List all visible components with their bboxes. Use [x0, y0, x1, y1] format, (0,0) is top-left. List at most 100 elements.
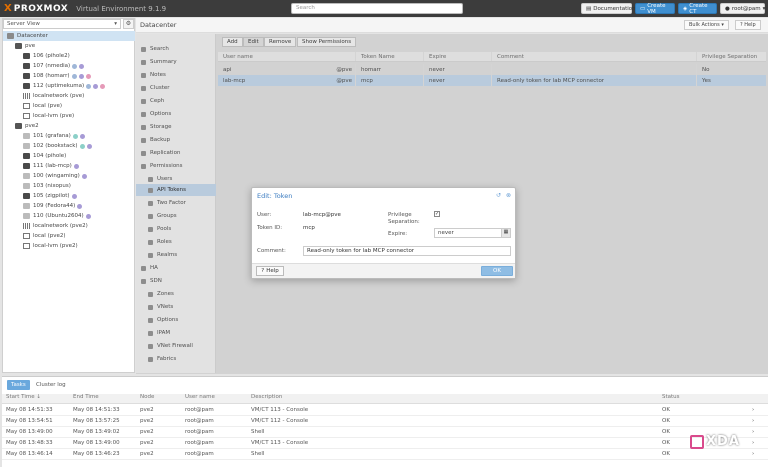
server-view-select[interactable]: Server View ▾: [3, 19, 121, 29]
tag-dot: [100, 83, 106, 89]
tree-item[interactable]: 105 (zigpilot): [3, 191, 135, 201]
privilege-separation-checkbox[interactable]: ✓: [434, 211, 440, 217]
tree-item[interactable]: localnetwork (pve): [3, 91, 135, 101]
tree-item-label: 102 (bookstack): [33, 143, 78, 149]
dialog-footer: [252, 263, 515, 278]
table-row[interactable]: May 08 13:49:00 May 08 13:49:02 pve2 root@p…: [2, 427, 768, 438]
vm-icon: [23, 63, 30, 69]
user-value: lab-mcp@pve: [303, 212, 341, 218]
tree-item[interactable]: 104 (pihole): [3, 151, 135, 161]
token-id-label: Token ID:: [257, 225, 283, 231]
monitor-icon: ▭: [640, 5, 646, 12]
tree-item[interactable]: 102 (bookstack): [3, 141, 135, 151]
gear-icon[interactable]: ⚙: [123, 19, 134, 29]
tree-item-label: 104 (pihole): [33, 153, 67, 159]
tag-dot: [72, 63, 78, 69]
tree-item[interactable]: localnetwork (pve2): [3, 221, 135, 231]
column-header[interactable]: User name: [181, 394, 247, 403]
stor-icon: [23, 243, 30, 249]
column-header[interactable]: Status: [658, 394, 748, 403]
expire-date-field[interactable]: never: [434, 228, 511, 238]
table-row[interactable]: May 08 13:48:33 May 08 13:49:00 pve2 root@p…: [2, 438, 768, 449]
tree-item[interactable]: 108 (homarr): [3, 71, 135, 81]
column-header[interactable]: End Time: [69, 394, 136, 403]
question-icon: ?: [261, 268, 265, 274]
dialog-help-button[interactable]: ? Help: [256, 266, 284, 276]
tree-item-label: 106 (pihole2): [33, 53, 70, 59]
node-icon: [15, 43, 22, 49]
tree-item-label: pve: [25, 43, 36, 49]
tree-item[interactable]: 106 (pihole2): [3, 51, 135, 61]
tag-dot: [71, 193, 77, 199]
separation-label: Separation:: [388, 219, 420, 225]
tree-item[interactable]: Datacenter: [3, 31, 135, 41]
tree-item[interactable]: local (pve): [3, 101, 135, 111]
tree-item[interactable]: local (pve2): [3, 231, 135, 241]
tree-item[interactable]: local-lvm (pve2): [3, 241, 135, 251]
dialog-title: Edit: Token: [257, 192, 293, 200]
table-row[interactable]: May 08 13:54:51 May 08 13:57:25 pve2 root@p…: [2, 416, 768, 427]
tag-dot: [77, 203, 83, 209]
tree-item[interactable]: 110 (Ubuntu2604): [3, 211, 135, 221]
page-title: Datacenter: [140, 21, 177, 29]
vm-icon: [23, 83, 30, 89]
vm-icon: [23, 73, 30, 79]
tree-item[interactable]: 100 (wingaming): [3, 171, 135, 181]
tab-cluster-log[interactable]: Cluster log: [32, 380, 70, 390]
vm-off-icon: [23, 143, 30, 149]
tree-item-label: localnetwork (pve): [33, 93, 85, 99]
help-button[interactable]: ? Help: [735, 20, 761, 30]
logo-mark: X: [4, 3, 12, 14]
ok-button[interactable]: OK: [481, 266, 513, 276]
chevron-right-icon[interactable]: ›: [748, 429, 768, 435]
tree-item[interactable]: 112 (uptimekuma): [3, 81, 135, 91]
tree-item[interactable]: 103 (nixopus): [3, 181, 135, 191]
tag-dot: [71, 73, 77, 79]
chevron-right-icon[interactable]: ›: [748, 440, 768, 446]
close-icon[interactable]: ⊗: [505, 192, 512, 199]
tree-item[interactable]: pve2: [3, 121, 135, 131]
column-header[interactable]: Description: [247, 394, 658, 403]
tree-item-label: local-lvm (pve): [33, 113, 75, 119]
tree-item[interactable]: 101 (grafana): [3, 131, 135, 141]
column-header[interactable]: Start Time ↓: [2, 394, 69, 403]
chevron-right-icon[interactable]: ›: [748, 451, 768, 457]
chevron-right-icon[interactable]: ›: [748, 418, 768, 424]
tree-item-label: local (pve2): [33, 233, 66, 239]
create-ct-button[interactable]: ◈ Create CT: [678, 3, 717, 15]
tree-item[interactable]: 111 (lab-mcp): [3, 161, 135, 171]
question-icon: ?: [740, 22, 743, 28]
bulk-actions-button[interactable]: Bulk Actions ▾: [684, 20, 729, 30]
comment-input[interactable]: Read-only token for lab MCP connector: [303, 246, 511, 256]
tab-tasks[interactable]: Tasks: [7, 380, 30, 390]
create-vm-button[interactable]: ▭ Create VM: [635, 3, 675, 15]
content-header: [136, 18, 768, 33]
user-menu-button[interactable]: ● root@pam ▾: [720, 3, 765, 14]
column-header[interactable]: Node: [136, 394, 181, 403]
table-row[interactable]: May 08 14:51:33 May 08 14:51:33 pve2 root@p…: [2, 405, 768, 416]
chevron-right-icon[interactable]: ›: [748, 407, 768, 413]
tree-item-label: 105 (zigpilot): [33, 193, 70, 199]
tree-item[interactable]: local-lvm (pve): [3, 111, 135, 121]
tree-item[interactable]: pve: [3, 41, 135, 51]
tree-item-label: local-lvm (pve2): [33, 243, 78, 249]
folder-icon: [7, 33, 14, 39]
tag-dot: [72, 133, 78, 139]
tag-dot: [79, 133, 85, 139]
tree-item[interactable]: 109 (Fedora44): [3, 201, 135, 211]
calendar-icon[interactable]: ▦: [501, 229, 510, 237]
privilege-label: Privilege: [388, 212, 412, 218]
tag-dot: [85, 73, 91, 79]
expire-label: Expire:: [388, 231, 408, 237]
table-row[interactable]: May 08 13:46:14 May 08 13:46:23 pve2 root@p…: [2, 449, 768, 460]
chevron-down-icon: ▾: [762, 5, 766, 12]
reset-icon[interactable]: ↺: [495, 192, 502, 199]
user-label: User:: [257, 212, 272, 218]
global-search-input[interactable]: Search: [291, 3, 463, 14]
watermark-text: XDA: [706, 434, 740, 449]
documentation-button[interactable]: ▤ Documentation: [581, 3, 636, 14]
tag-dot: [86, 83, 92, 89]
tree-item[interactable]: 107 (nmedia): [3, 61, 135, 71]
chevron-down-icon: ▾: [721, 22, 724, 28]
stor-icon: [23, 233, 30, 239]
